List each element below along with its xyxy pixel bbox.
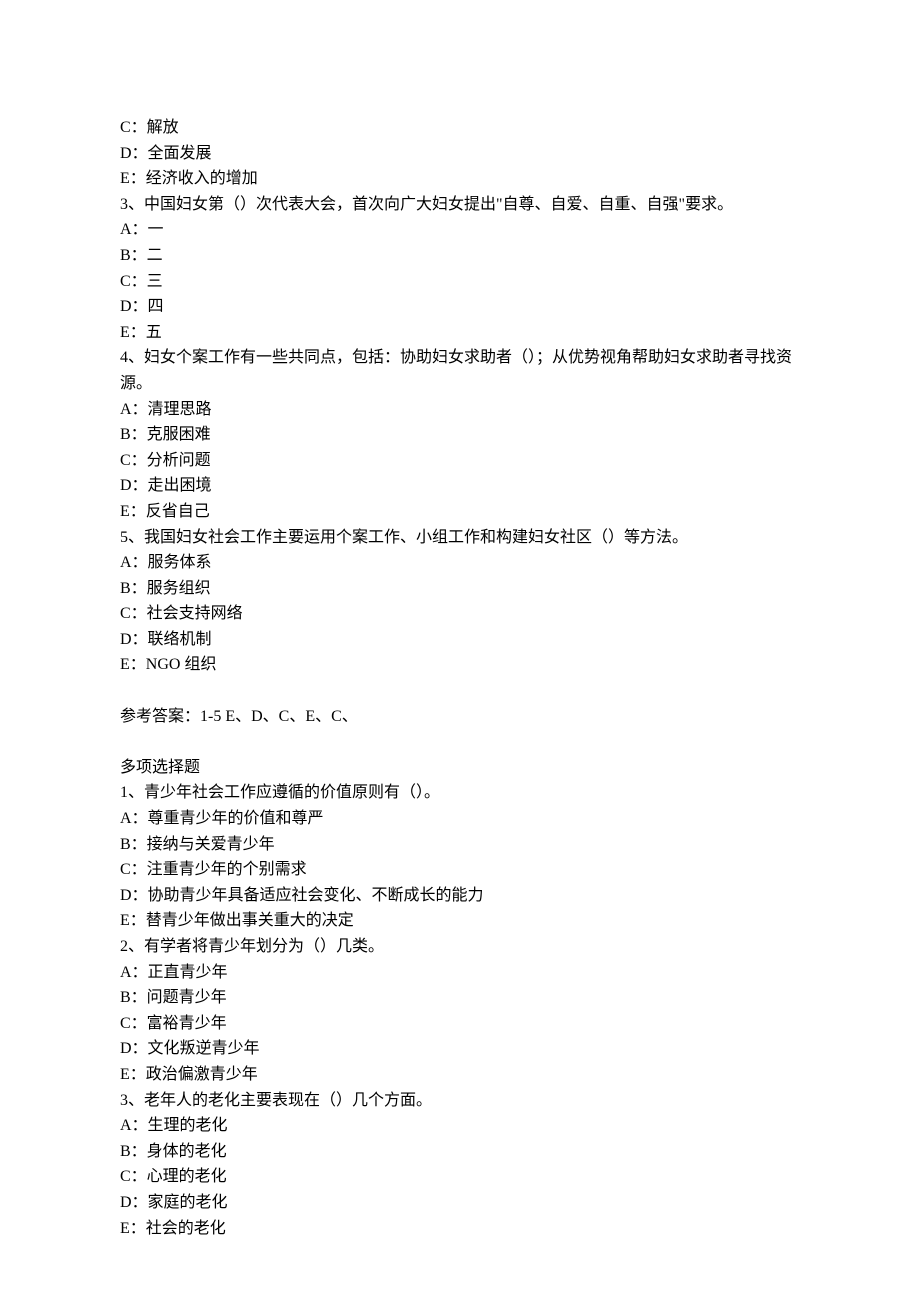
text-line: B：问题青少年 xyxy=(120,985,800,1011)
text-line: D：联络机制 xyxy=(120,627,800,653)
text-line: E：NGO 组织 xyxy=(120,652,800,678)
text-line: 4、妇女个案工作有一些共同点，包括：协助妇女求助者（）；从优势视角帮助妇女求助者… xyxy=(120,345,800,396)
text-line: 3、老年人的老化主要表现在（）几个方面。 xyxy=(120,1088,800,1114)
text-line: C：心理的老化 xyxy=(120,1164,800,1190)
text-line: E：社会的老化 xyxy=(120,1216,800,1242)
text-line: B：服务组织 xyxy=(120,576,800,602)
text-line: 1、青少年社会工作应遵循的价值原则有（）。 xyxy=(120,780,800,806)
text-line: 2、有学者将青少年划分为（）几类。 xyxy=(120,934,800,960)
text-line: D：走出困境 xyxy=(120,473,800,499)
text-line: D：文化叛逆青少年 xyxy=(120,1036,800,1062)
text-line: B：身体的老化 xyxy=(120,1139,800,1165)
text-line: D：协助青少年具备适应社会变化、不断成长的能力 xyxy=(120,883,800,909)
text-line: E：替青少年做出事关重大的决定 xyxy=(120,908,800,934)
text-line: C：三 xyxy=(120,269,800,295)
text-line: B：二 xyxy=(120,243,800,269)
text-line: A：正直青少年 xyxy=(120,960,800,986)
text-line: C：社会支持网络 xyxy=(120,601,800,627)
text-line: 参考答案：1-5 E、D、C、E、C、 xyxy=(120,704,800,730)
text-line: E：经济收入的增加 xyxy=(120,166,800,192)
text-line: 5、我国妇女社会工作主要运用个案工作、小组工作和构建妇女社区（）等方法。 xyxy=(120,525,800,551)
blank-line xyxy=(120,678,800,704)
document-page: C：解放D：全面发展E：经济收入的增加3、中国妇女第（）次代表大会，首次向广大妇… xyxy=(0,0,920,1302)
text-line: D：全面发展 xyxy=(120,141,800,167)
text-line: A：一 xyxy=(120,217,800,243)
text-line: E：反省自己 xyxy=(120,499,800,525)
text-line: E：政治偏激青少年 xyxy=(120,1062,800,1088)
text-line: A：清理思路 xyxy=(120,397,800,423)
text-line: B：接纳与关爱青少年 xyxy=(120,832,800,858)
text-line: E：五 xyxy=(120,320,800,346)
text-line: C：解放 xyxy=(120,115,800,141)
text-line: D：家庭的老化 xyxy=(120,1190,800,1216)
text-line: 多项选择题 xyxy=(120,755,800,781)
text-line: C：富裕青少年 xyxy=(120,1011,800,1037)
text-line: B：克服困难 xyxy=(120,422,800,448)
text-line: A：服务体系 xyxy=(120,550,800,576)
text-line: C：分析问题 xyxy=(120,448,800,474)
text-line: 3、中国妇女第（）次代表大会，首次向广大妇女提出"自尊、自爱、自重、自强"要求。 xyxy=(120,192,800,218)
text-line: A：生理的老化 xyxy=(120,1113,800,1139)
text-line: C：注重青少年的个别需求 xyxy=(120,857,800,883)
text-line: A：尊重青少年的价值和尊严 xyxy=(120,806,800,832)
text-line: D：四 xyxy=(120,294,800,320)
blank-line xyxy=(120,729,800,755)
